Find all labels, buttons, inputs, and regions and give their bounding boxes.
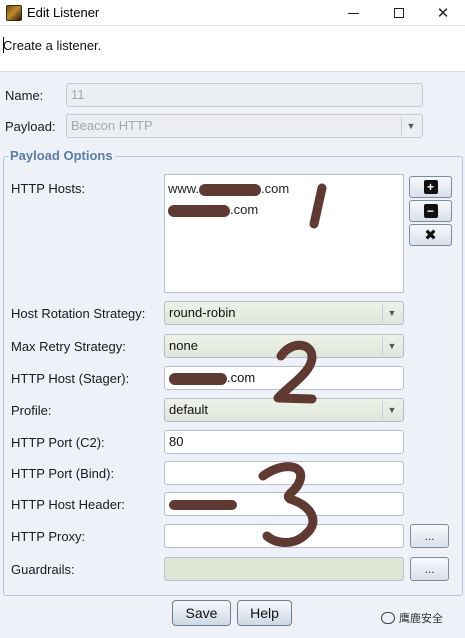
annotation-number-3 [258,462,318,547]
annotation-number-1 [309,183,327,229]
annotation-number-2 [273,340,317,404]
annotation-overlay [258,183,327,547]
